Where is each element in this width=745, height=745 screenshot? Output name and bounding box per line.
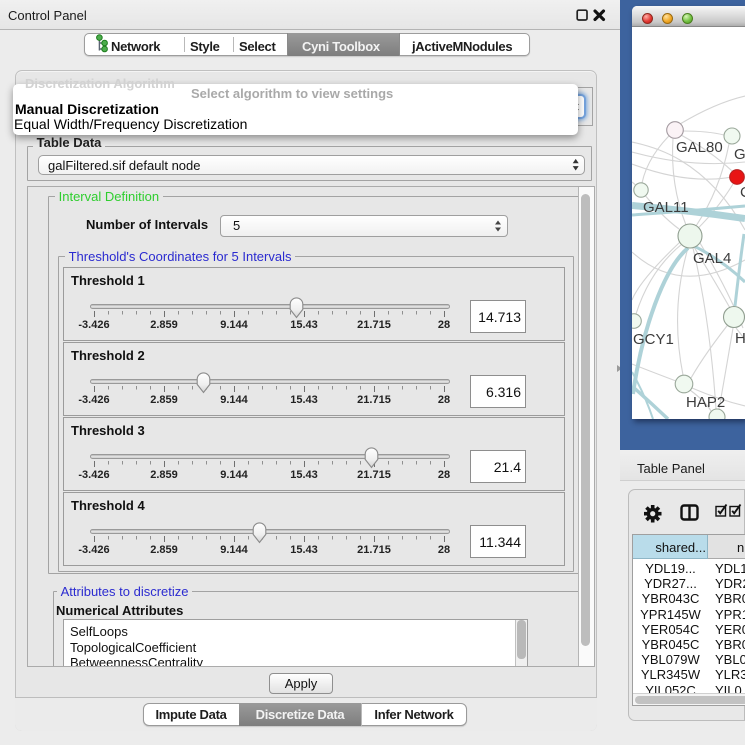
svg-text:GAL4: GAL4 <box>693 250 731 267</box>
svg-text:HAP2: HAP2 <box>686 394 725 411</box>
svg-text:GAL80: GAL80 <box>676 139 723 156</box>
svg-text:C: C <box>740 184 745 201</box>
svg-text:GAL11: GAL11 <box>643 199 689 216</box>
svg-text:GA: GA <box>734 146 745 163</box>
svg-text:H: H <box>735 330 745 347</box>
svg-text:GCY1: GCY1 <box>633 331 674 348</box>
